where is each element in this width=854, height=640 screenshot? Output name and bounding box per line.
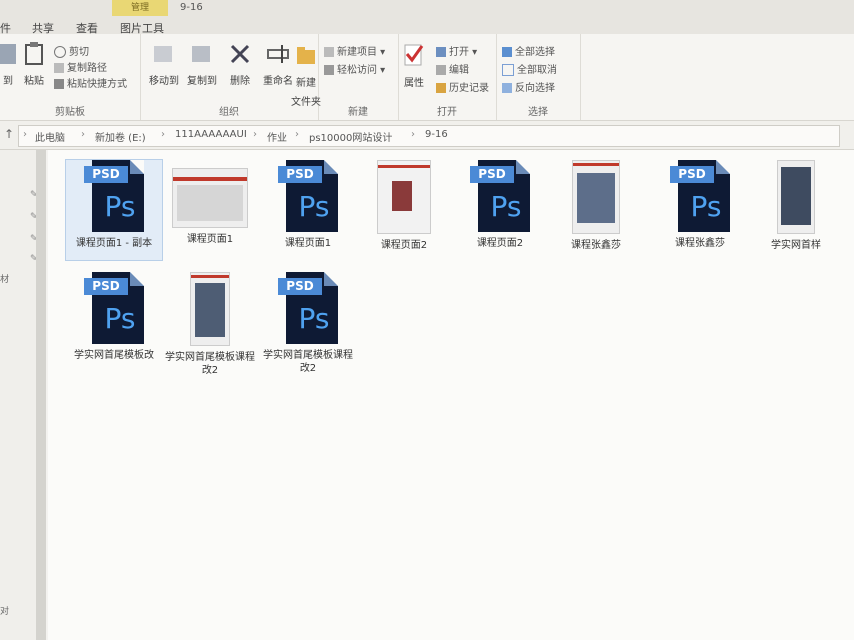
edit-icon bbox=[436, 65, 446, 75]
image-thumbnail bbox=[172, 168, 248, 228]
new-item-icon bbox=[324, 47, 334, 57]
file-name: 课程页面1 bbox=[284, 238, 332, 249]
ribbon: 到 粘贴 剪切 复制路径 粘贴快捷方式 剪贴板 移动到 复制到 删除 重命名 组… bbox=[0, 34, 854, 121]
move-to-icon bbox=[154, 46, 172, 62]
breadcrumb-ps10000[interactable]: ps10000网站设计 bbox=[309, 129, 392, 144]
open-group-label: 打开 bbox=[437, 107, 457, 118]
breadcrumb-9-16[interactable]: 9-16 bbox=[425, 129, 448, 140]
file-item[interactable]: 学实网首尾模板课程改2 bbox=[162, 272, 258, 377]
file-item[interactable]: 课程页面2 bbox=[356, 160, 452, 252]
open-button[interactable]: 打开 ▾ bbox=[436, 46, 477, 60]
new-group-label: 新建 bbox=[348, 107, 368, 118]
file-item[interactable]: PSD Ps 课程页面1 - 副本 bbox=[65, 159, 163, 261]
psd-file-icon: PSD Ps bbox=[278, 272, 338, 344]
file-name: 课程页面1 - 副本 bbox=[75, 238, 153, 249]
context-tab-header: 管理 bbox=[112, 0, 168, 16]
paste-shortcut-icon bbox=[54, 79, 64, 89]
chevron-right-icon: › bbox=[253, 129, 257, 140]
chevron-right-icon: › bbox=[411, 129, 415, 140]
paste-shortcut-button[interactable]: 粘贴快捷方式 bbox=[54, 78, 127, 92]
image-thumbnail bbox=[377, 160, 431, 234]
file-item[interactable]: 课程页面1 bbox=[162, 160, 258, 246]
select-none-button[interactable]: 全部取消 bbox=[502, 64, 557, 78]
cut-button[interactable]: 剪切 bbox=[54, 46, 89, 60]
psd-file-icon: PSD Ps bbox=[278, 160, 338, 232]
select-group-label: 选择 bbox=[528, 107, 548, 118]
copy-path-button[interactable]: 复制路径 bbox=[54, 62, 107, 76]
chevron-right-icon: › bbox=[295, 129, 299, 140]
address-bar: ↑ › 此电脑 › 新加卷 (E:) › 111AAAAAAUI › 作业 › … bbox=[0, 121, 854, 150]
psd-file-icon: PSD Ps bbox=[84, 272, 144, 344]
up-arrow-icon[interactable]: ↑ bbox=[4, 127, 14, 141]
select-all-icon bbox=[502, 47, 512, 57]
file-name: 学实网首尾模板课程改2 bbox=[263, 350, 353, 374]
breadcrumb-drive-e[interactable]: 新加卷 (E:) bbox=[95, 129, 146, 144]
scissors-icon bbox=[54, 46, 66, 58]
chevron-right-icon: › bbox=[81, 129, 85, 140]
psd-file-icon: PSD Ps bbox=[470, 160, 530, 232]
clipboard-icon bbox=[25, 42, 43, 65]
file-name: 课程张鑫莎 bbox=[675, 238, 725, 249]
window-title: 9-16 bbox=[180, 2, 203, 13]
clipboard-group-label: 剪贴板 bbox=[55, 107, 85, 118]
edit-button[interactable]: 编辑 bbox=[436, 64, 469, 78]
nav-item-text[interactable]: 对 bbox=[0, 604, 9, 617]
file-name: 课程页面2 bbox=[476, 238, 524, 249]
folder-icon bbox=[297, 47, 315, 64]
file-item[interactable]: PSD Ps 学实网首尾模板课程改2 bbox=[260, 272, 356, 375]
file-name: 课程页面2 bbox=[380, 240, 428, 251]
group-new: 新建 文件夹 新建项目 ▾ 轻松访问 ▾ 新建 bbox=[291, 34, 399, 120]
group-open: 属性 打开 ▾ 编辑 历史记录 打开 bbox=[398, 34, 497, 120]
file-item[interactable]: PSD Ps 课程页面2 bbox=[452, 160, 548, 250]
image-thumbnail bbox=[777, 160, 815, 234]
file-item[interactable]: PSD Ps 课程页面1 bbox=[260, 160, 356, 250]
nav-scrollbar[interactable] bbox=[36, 150, 46, 640]
image-thumbnail bbox=[572, 160, 620, 234]
chevron-right-icon: › bbox=[23, 129, 27, 140]
paste-button[interactable]: 粘贴 bbox=[12, 42, 56, 88]
invert-selection-button[interactable]: 反向选择 bbox=[502, 82, 555, 96]
title-tab-strip: 管理 9-16 件 共享 查看 图片工具 bbox=[0, 0, 854, 35]
file-name: 课程页面1 bbox=[186, 234, 234, 245]
file-list-area[interactable]: PSD Ps 课程页面1 - 副本 课程页面1 PSD Ps 课程页面1 课程页面2… bbox=[48, 150, 854, 640]
new-item-button[interactable]: 新建项目 ▾ bbox=[324, 46, 385, 60]
history-icon bbox=[436, 83, 446, 93]
file-item[interactable]: PSD Ps 学实网首尾模板改 bbox=[66, 272, 162, 362]
history-button[interactable]: 历史记录 bbox=[436, 82, 489, 96]
copy-to-icon bbox=[192, 46, 210, 62]
file-name: 学实网首样 bbox=[771, 240, 821, 251]
psd-file-icon: PSD Ps bbox=[84, 160, 144, 232]
close-icon bbox=[230, 44, 250, 64]
invert-selection-icon bbox=[502, 83, 512, 93]
breadcrumb-this-pc[interactable]: 此电脑 bbox=[35, 129, 65, 144]
checkmark-properties-icon bbox=[404, 44, 424, 66]
file-name: 学实网首尾模板课程改2 bbox=[165, 352, 255, 376]
file-item[interactable]: 学实网首样 bbox=[748, 160, 844, 252]
file-item[interactable]: 课程张鑫莎 bbox=[548, 160, 644, 252]
image-thumbnail bbox=[190, 272, 230, 346]
select-none-icon bbox=[502, 64, 514, 76]
group-select: 全部选择 全部取消 反向选择 选择 bbox=[496, 34, 581, 120]
psd-file-icon: PSD Ps bbox=[670, 160, 730, 232]
copy-path-icon bbox=[54, 63, 64, 73]
breadcrumb[interactable]: › 此电脑 › 新加卷 (E:) › 111AAAAAAUI › 作业 › ps… bbox=[18, 125, 840, 147]
file-item[interactable]: PSD Ps 课程张鑫莎 bbox=[652, 160, 748, 250]
new-folder-button[interactable]: 新建 文件夹 bbox=[284, 44, 328, 109]
file-name: 课程张鑫莎 bbox=[571, 240, 621, 251]
open-icon bbox=[436, 47, 446, 57]
select-all-button[interactable]: 全部选择 bbox=[502, 46, 555, 60]
easy-access-button[interactable]: 轻松访问 ▾ bbox=[324, 64, 385, 78]
nav-item-text[interactable]: 材 bbox=[0, 272, 9, 285]
properties-button[interactable]: 属性 bbox=[392, 42, 436, 90]
breadcrumb-homework[interactable]: 作业 bbox=[267, 129, 287, 144]
breadcrumb-111aaaaaaui[interactable]: 111AAAAAAUI bbox=[175, 129, 247, 140]
group-clipboard: 到 粘贴 剪切 复制路径 粘贴快捷方式 剪贴板 bbox=[0, 34, 141, 120]
chevron-right-icon: › bbox=[161, 129, 165, 140]
easy-access-icon bbox=[324, 65, 334, 75]
file-name: 学实网首尾模板改 bbox=[74, 350, 154, 361]
